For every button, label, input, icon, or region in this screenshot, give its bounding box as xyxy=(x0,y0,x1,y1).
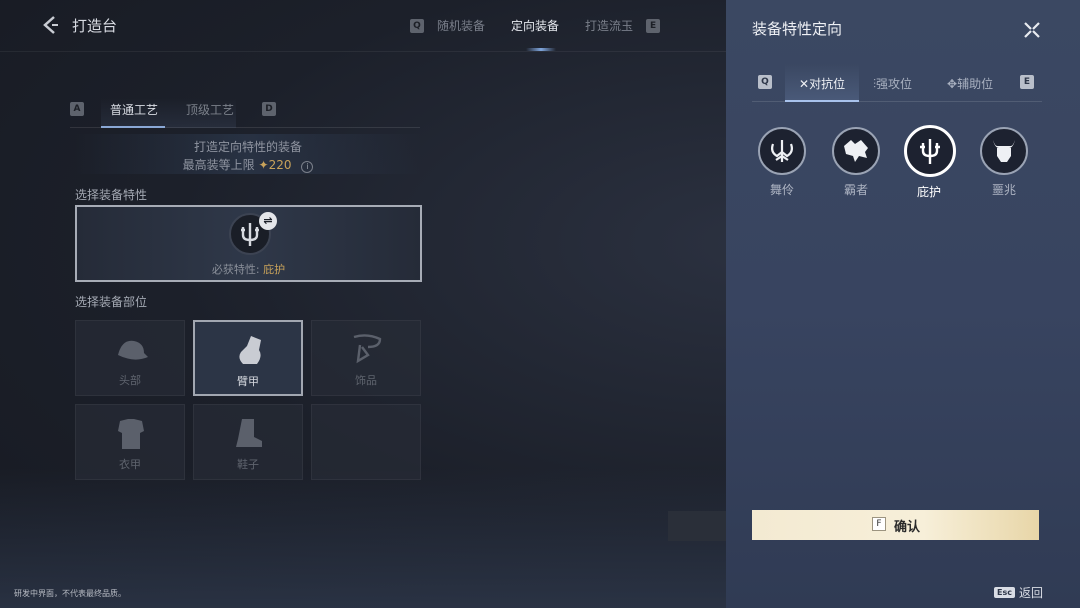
slot-label: 头部 xyxy=(119,374,141,387)
support-icon: ✥ xyxy=(947,77,958,91)
tab-label: 辅助位 xyxy=(957,77,994,91)
slot-label: 衣甲 xyxy=(119,458,141,471)
trait-selector[interactable]: ⇌ 必获特性: 庇护 xyxy=(75,205,422,282)
tab-normal-craft[interactable]: 普通工艺 xyxy=(110,101,158,118)
top-tabs: Q 随机装备 定向装备 打造流玉 E xyxy=(410,17,661,34)
tab-random-equipment[interactable]: 随机装备 xyxy=(437,17,485,34)
tab-strike-role[interactable]: ⫶强攻位 xyxy=(873,75,912,92)
info-description: 打造定向特性的装备 xyxy=(193,140,302,154)
confirm-button[interactable]: F 确认 xyxy=(752,510,1039,540)
slot-empty xyxy=(311,404,421,480)
key-hint-q: Q xyxy=(758,75,772,89)
trait-section-label: 选择装备特性 xyxy=(75,188,148,202)
slot-accessory[interactable]: 饰品 xyxy=(311,320,421,396)
tab-top-craft[interactable]: 顶级工艺 xyxy=(186,101,234,118)
trait-option-label: 噩兆 xyxy=(991,183,1016,197)
tab-counter-role[interactable]: ✕对抗位 xyxy=(799,75,845,92)
back-button[interactable]: Esc 返回 xyxy=(994,584,1043,601)
slot-label: 臂甲 xyxy=(237,375,259,388)
back-arrow-icon[interactable] xyxy=(40,14,62,36)
armor-icon xyxy=(118,419,144,449)
tab-craft-jade[interactable]: 打造流玉 xyxy=(585,17,633,34)
trident-icon xyxy=(904,125,956,177)
gauntlet-icon xyxy=(239,336,261,364)
crossed-swords-icon: ✕ xyxy=(799,77,810,91)
key-hint-d: D xyxy=(262,102,276,116)
trait-option-label: 庇护 xyxy=(916,185,941,199)
dancer-icon xyxy=(758,127,806,175)
back-label: 返回 xyxy=(1018,586,1043,600)
panel-title: 装备特性定向 xyxy=(752,20,843,38)
dev-disclaimer: 研发中界面，不代表最终品质。 xyxy=(14,589,126,598)
trait-option-omen[interactable]: 噩兆 xyxy=(979,127,1029,198)
equipment-slot-grid: 头部 臂甲 饰品 衣甲 鞋子 xyxy=(75,320,422,480)
trait-option-dancer[interactable]: 舞伶 xyxy=(757,127,807,198)
info-level-value: ✦220 xyxy=(258,158,292,172)
tab-label: 对抗位 xyxy=(809,77,846,91)
role-tab-underline xyxy=(785,100,859,102)
slot-body[interactable]: 衣甲 xyxy=(75,404,185,480)
close-icon[interactable] xyxy=(1022,20,1042,40)
swap-icon[interactable]: ⇌ xyxy=(259,212,277,230)
trait-direction-panel: 装备特性定向 Q ✕对抗位 ⫶强攻位 ✥辅助位 E 舞伶 霸者 庇护 噩兆 F … xyxy=(726,0,1080,608)
key-hint-a: A xyxy=(70,102,84,116)
slot-label: 饰品 xyxy=(355,374,377,387)
confirm-label: 确认 xyxy=(894,520,921,535)
craft-tabs: A 普通工艺 顶级工艺 D xyxy=(70,98,420,128)
tab-label: 强攻位 xyxy=(876,77,913,91)
trait-guaranteed: 必获特性: 庇护 xyxy=(77,261,420,277)
wolf-icon xyxy=(832,127,880,175)
horned-skull-icon xyxy=(980,127,1028,175)
necklace-icon xyxy=(353,334,382,364)
helmet-icon xyxy=(118,340,148,360)
info-level-cap: 最高装等上限 ✦220 i xyxy=(75,156,421,173)
active-tab-indicator xyxy=(526,48,556,51)
trait-option-label: 舞伶 xyxy=(769,183,794,197)
slot-head[interactable]: 头部 xyxy=(75,320,185,396)
boot-icon xyxy=(236,419,262,447)
key-hint-esc: Esc xyxy=(994,587,1015,598)
subtab-underline xyxy=(101,126,165,128)
info-level-label: 最高装等上限 xyxy=(182,158,255,172)
top-bar: 打造台 Q 随机装备 定向装备 打造流玉 E xyxy=(0,0,726,52)
craft-info: 打造定向特性的装备 最高装等上限 ✦220 i xyxy=(75,134,421,174)
key-hint-f: F xyxy=(872,517,886,531)
slot-feet[interactable]: 鞋子 xyxy=(193,404,303,480)
key-hint-e: E xyxy=(646,18,661,33)
trait-option-label: 霸者 xyxy=(843,183,868,197)
key-hint-e: E xyxy=(1020,75,1034,89)
page-title: 打造台 xyxy=(72,17,118,35)
trait-guaranteed-value: 庇护 xyxy=(263,263,286,276)
trait-option-overlord[interactable]: 霸者 xyxy=(831,127,881,198)
slot-arm[interactable]: 臂甲 xyxy=(193,320,303,396)
trait-option-protection[interactable]: 庇护 xyxy=(904,125,956,200)
key-hint-q: Q xyxy=(410,18,424,33)
info-icon[interactable]: i xyxy=(301,161,314,173)
trait-guaranteed-label: 必获特性: xyxy=(211,263,264,276)
slot-label: 鞋子 xyxy=(237,458,259,471)
slot-section-label: 选择装备部位 xyxy=(75,295,148,309)
role-tabs: Q ✕对抗位 ⫶强攻位 ✥辅助位 E xyxy=(752,64,1042,102)
tab-support-role[interactable]: ✥辅助位 xyxy=(947,75,993,92)
background-decoration xyxy=(668,511,728,541)
tab-directed-equipment[interactable]: 定向装备 xyxy=(511,17,559,34)
